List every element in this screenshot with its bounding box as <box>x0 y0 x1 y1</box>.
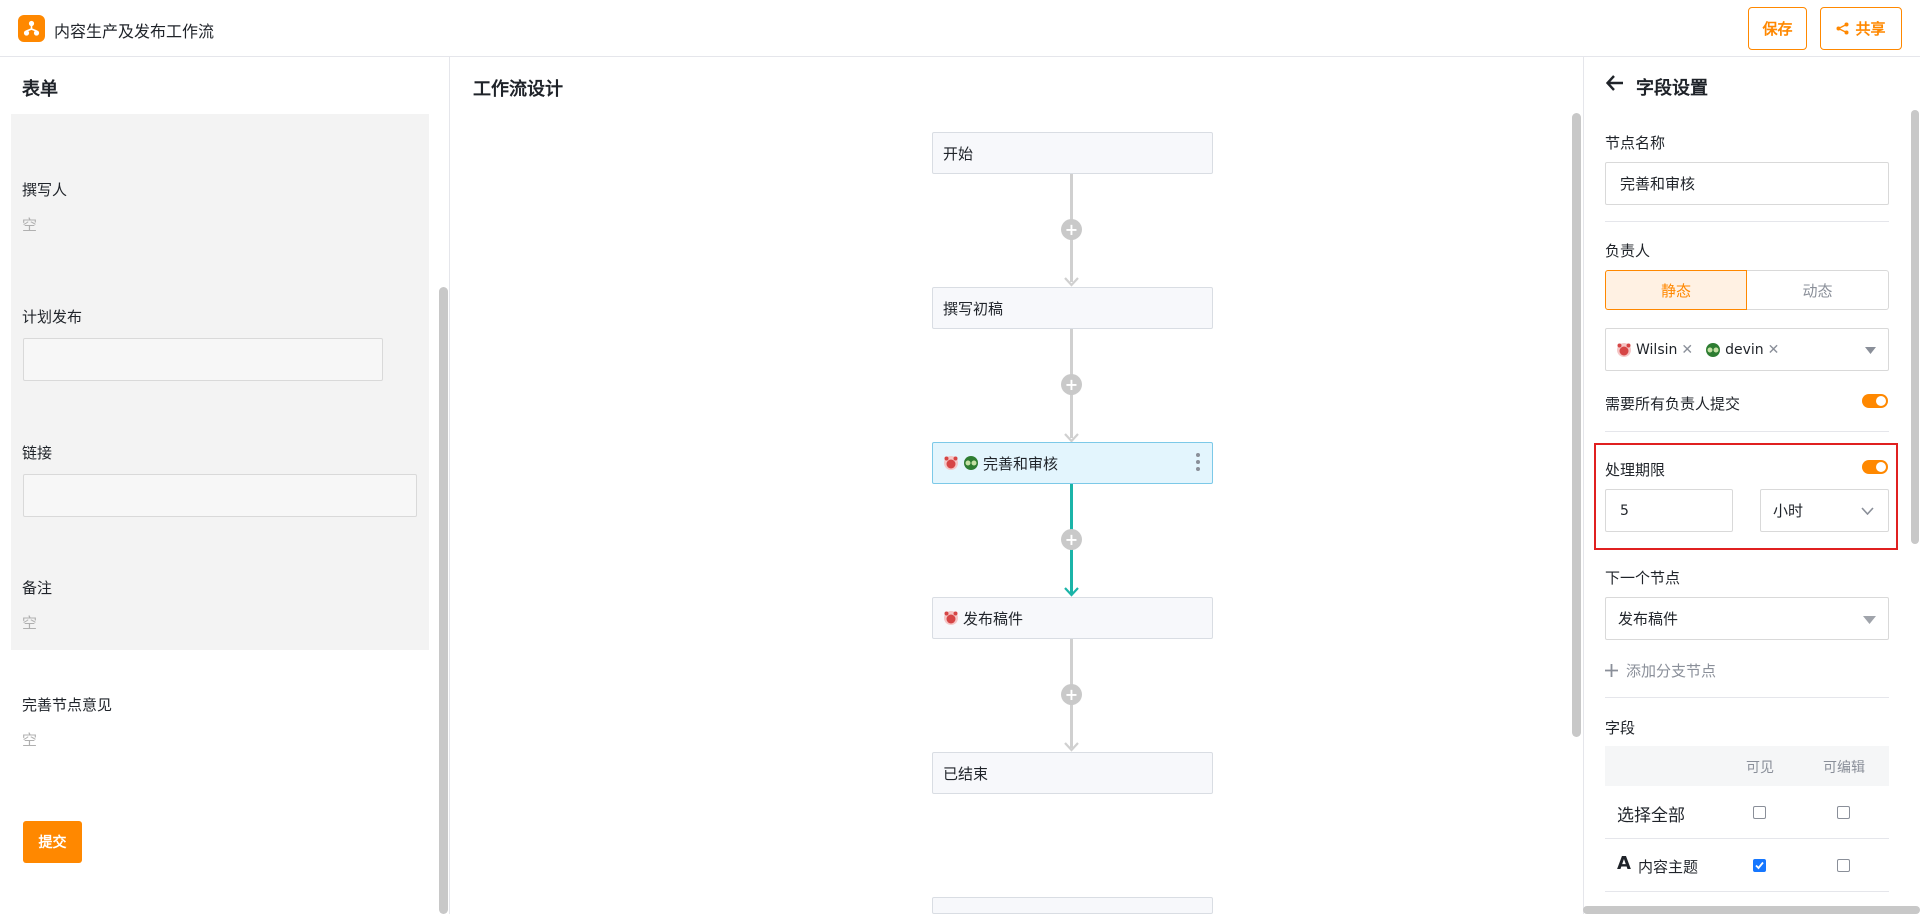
workflow-node-end[interactable]: 已结束 <box>932 752 1213 794</box>
share-label: 共享 <box>1855 20 1886 38</box>
back-arrow-icon[interactable] <box>1606 75 1624 91</box>
top-bar: 内容生产及发布工作流 保存 共享 <box>0 0 1920 57</box>
field-label-refine-opinion: 完善节点意见 <box>22 696 113 714</box>
table-row: A 内容主题 <box>1605 839 1889 892</box>
node-more-icon[interactable] <box>1196 453 1200 471</box>
workflow-scrollbar[interactable] <box>1572 113 1581 737</box>
submit-button[interactable]: 提交 <box>23 821 82 863</box>
divider <box>1605 697 1889 698</box>
assignee-tag-wilsin: Wilsin ✕ <box>1616 342 1693 358</box>
app-title: 内容生产及发布工作流 <box>54 22 215 41</box>
arrow-down-icon <box>1064 587 1079 597</box>
divider <box>1605 221 1889 222</box>
workflow-node-publish[interactable]: 发布稿件 <box>932 597 1213 639</box>
settings-heading: 字段设置 <box>1636 78 1708 99</box>
chevron-down-icon <box>1861 507 1874 515</box>
avatar-wilsin-icon <box>944 611 958 625</box>
fields-label: 字段 <box>1605 719 1636 737</box>
caret-down-icon <box>1865 347 1876 354</box>
table-row: 选择全部 <box>1605 786 1889 839</box>
col-editable-header: 可编辑 <box>1823 760 1865 776</box>
select-all-editable-checkbox[interactable] <box>1837 806 1850 819</box>
divider <box>1605 431 1889 432</box>
assignee-dynamic-tab[interactable]: 动态 <box>1747 270 1889 310</box>
field-label-link: 链接 <box>22 444 53 462</box>
form-heading: 表单 <box>22 79 58 100</box>
text-field-icon: A <box>1617 853 1631 874</box>
node-label: 撰写初稿 <box>943 299 1004 318</box>
row-label: 选择全部 <box>1617 806 1685 826</box>
remove-tag-close-icon[interactable]: ✕ <box>1681 342 1693 358</box>
app-logo-icon <box>18 15 45 42</box>
arrow-down-icon <box>1064 277 1079 287</box>
workflow-node-draft[interactable]: 撰写初稿 <box>932 287 1213 329</box>
assignee-name: Wilsin <box>1636 341 1678 358</box>
row-label: 内容主题 <box>1638 858 1699 876</box>
next-node-label: 下一个节点 <box>1605 569 1681 587</box>
add-node-plus-icon[interactable]: + <box>1061 374 1082 395</box>
save-button[interactable]: 保存 <box>1748 7 1807 50</box>
assignee-static-tab[interactable]: 静态 <box>1605 270 1747 310</box>
field-label-plan-publish: 计划发布 <box>22 308 83 326</box>
deadline-unit-select[interactable]: 小时 <box>1760 489 1889 532</box>
deadline-value-input[interactable]: 5 <box>1605 489 1733 532</box>
form-scrollbar[interactable] <box>439 287 448 914</box>
node-name-input[interactable]: 完善和审核 <box>1605 162 1889 205</box>
field-value-refine-opinion: 空 <box>22 731 38 749</box>
fields-table-header: 可见 可编辑 <box>1605 746 1889 786</box>
field-label-author: 撰写人 <box>22 181 68 199</box>
field-value-author: 空 <box>22 216 38 234</box>
workflow-node-partial <box>932 897 1213 914</box>
col-visible-header: 可见 <box>1746 760 1774 776</box>
add-node-plus-icon[interactable]: + <box>1061 684 1082 705</box>
deadline-unit-value: 小时 <box>1773 502 1804 520</box>
avatar-wilsin-icon <box>1617 342 1631 357</box>
workflow-heading: 工作流设计 <box>473 79 563 100</box>
assignee-label: 负责人 <box>1605 242 1651 260</box>
field-label-notes: 备注 <box>22 579 53 597</box>
add-node-plus-icon[interactable]: + <box>1061 529 1082 550</box>
remove-tag-close-icon[interactable]: ✕ <box>1768 342 1780 358</box>
workflow-node-start[interactable]: 开始 <box>932 132 1213 174</box>
assignee-name: devin <box>1725 341 1764 358</box>
avatar-devin-icon <box>1706 342 1721 357</box>
add-branch-button[interactable]: 添加分支节点 <box>1605 660 1716 681</box>
assignee-tag-devin: devin ✕ <box>1705 342 1779 358</box>
add-node-plus-icon[interactable]: + <box>1061 219 1082 240</box>
deadline-label: 处理期限 <box>1605 461 1666 479</box>
node-label: 开始 <box>943 144 974 163</box>
content-topic-editable-checkbox[interactable] <box>1837 859 1850 872</box>
select-all-visible-checkbox[interactable] <box>1753 806 1766 819</box>
plus-icon <box>1605 664 1618 677</box>
require-all-label: 需要所有负责人提交 <box>1605 395 1741 413</box>
share-icon <box>1836 22 1849 35</box>
deadline-toggle[interactable] <box>1862 460 1888 474</box>
link-input[interactable] <box>23 474 417 517</box>
avatar-wilsin-icon <box>944 456 958 470</box>
field-value-notes: 空 <box>22 614 38 632</box>
plan-publish-input[interactable] <box>23 338 383 381</box>
node-label: 完善和审核 <box>983 454 1059 473</box>
form-readonly-area <box>11 114 429 650</box>
settings-scrollbar[interactable] <box>1911 110 1919 544</box>
assignee-select[interactable]: Wilsin ✕ devin ✕ <box>1605 328 1889 371</box>
share-button[interactable]: 共享 <box>1820 7 1902 50</box>
node-label: 发布稿件 <box>963 609 1024 628</box>
next-node-value: 发布稿件 <box>1618 610 1679 628</box>
checkmark-icon <box>1755 861 1764 870</box>
settings-horizontal-scrollbar[interactable] <box>1583 906 1920 914</box>
require-all-toggle[interactable] <box>1862 394 1888 408</box>
add-branch-label: 添加分支节点 <box>1626 662 1717 680</box>
node-label: 已结束 <box>943 764 989 783</box>
next-node-select[interactable]: 发布稿件 <box>1605 597 1889 640</box>
avatar-devin-icon <box>964 456 978 470</box>
arrow-down-icon <box>1064 742 1079 752</box>
node-name-label: 节点名称 <box>1605 134 1666 152</box>
workflow-node-refine-review[interactable]: 完善和审核 <box>932 442 1213 484</box>
content-topic-visible-checkbox[interactable] <box>1753 859 1766 872</box>
caret-down-icon <box>1863 616 1876 624</box>
